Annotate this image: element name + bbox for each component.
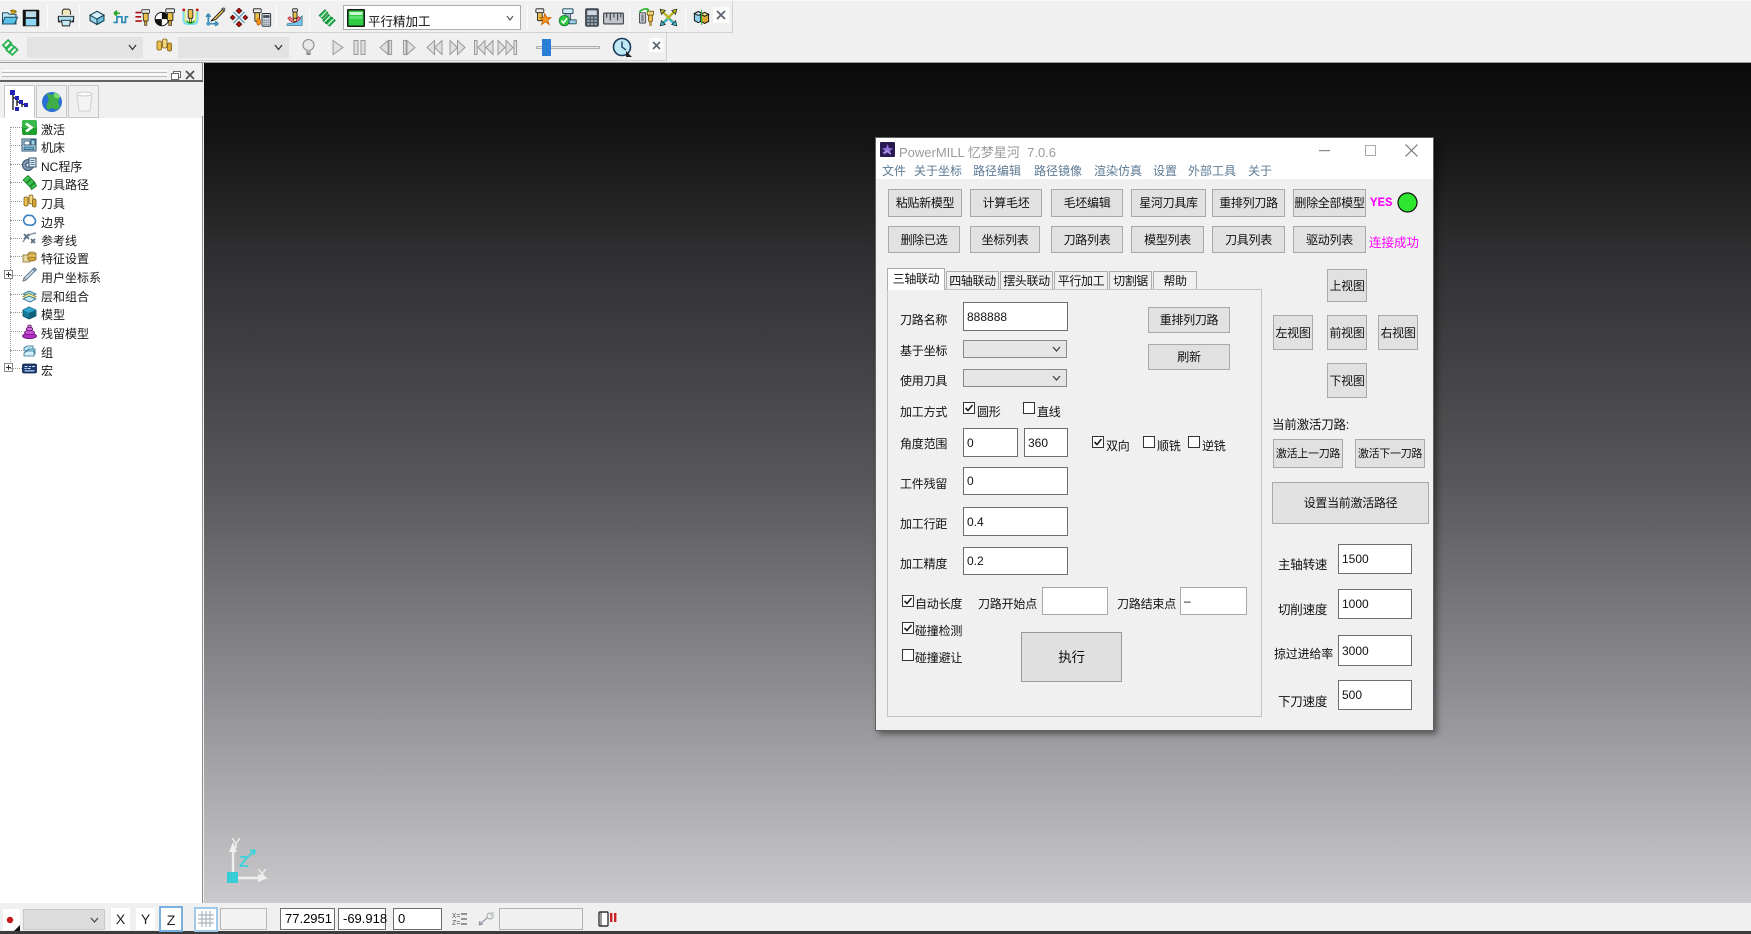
svg-text:Z=: Z= [452,920,460,928]
svg-text:Z: Z [239,854,249,871]
